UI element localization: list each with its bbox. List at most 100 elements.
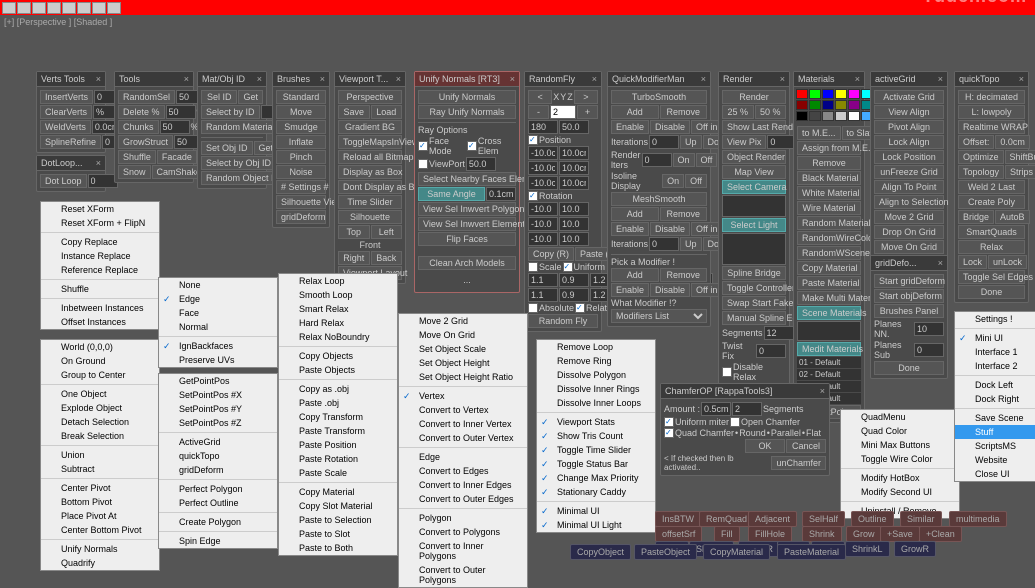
vt-3[interactable]: SplineRefine	[40, 135, 101, 149]
menu-item[interactable]: Center Pivot	[41, 481, 159, 495]
menu-item[interactable]: Stuff	[955, 425, 1035, 439]
gt-button[interactable]: >	[574, 90, 598, 104]
on2-button[interactable]: On	[662, 174, 684, 188]
seg-input[interactable]	[732, 402, 762, 416]
unchamfer-button[interactable]: unChamfer	[771, 456, 826, 470]
menu-item[interactable]: Modify Second UI	[841, 485, 959, 499]
tool-3[interactable]: GrowStruct	[118, 135, 173, 149]
enable-button[interactable]: Enable	[611, 120, 649, 134]
viewpix-button[interactable]: View Pix	[722, 135, 766, 149]
badge-InsBTW[interactable]: InsBTW	[655, 511, 701, 527]
pct-input[interactable]	[559, 120, 589, 134]
menu-item[interactable]: Copy as .obj	[279, 382, 397, 396]
enable3-button[interactable]: Enable	[611, 283, 649, 297]
menu-item[interactable]: quickTopo	[159, 449, 277, 463]
menu-item[interactable]: Interface 1	[955, 345, 1035, 359]
brush-3[interactable]: Inflate	[276, 135, 326, 149]
tool-4b[interactable]: Facade	[157, 150, 197, 164]
off2-button[interactable]: Off	[685, 174, 707, 188]
menu-item[interactable]: Set Object Scale	[399, 342, 527, 356]
remove-menu[interactable]: Remove LoopRemove RingDissolve PolygonDi…	[536, 339, 656, 533]
manual-button[interactable]: Manual Spline Edit	[722, 311, 786, 325]
menu-item[interactable]: Polygon	[399, 511, 527, 525]
menu-item[interactable]: Explode Object	[41, 401, 159, 415]
menu-item[interactable]: Detach Selection	[41, 415, 159, 429]
close-icon[interactable]: ×	[510, 74, 515, 84]
vt-0[interactable]: InsertVerts	[40, 90, 93, 104]
ray-unify-button[interactable]: Ray Unify Normals	[418, 105, 516, 119]
tool-5a[interactable]: Snow	[118, 165, 151, 179]
menu-item[interactable]: Quadrify	[41, 556, 159, 570]
mat-btn[interactable]: Black Material	[797, 171, 861, 185]
menu-item[interactable]: Interface 2	[955, 359, 1035, 373]
seg-input[interactable]	[764, 326, 794, 340]
scale-check[interactable]	[528, 262, 538, 272]
mo-0b[interactable]: Get	[238, 90, 263, 104]
up2-button[interactable]: Up	[680, 237, 702, 251]
menu-item[interactable]: Set Object Height	[399, 356, 527, 370]
menu-item[interactable]: Paste Rotation	[279, 452, 397, 466]
menu-item[interactable]: Move 2 Grid	[399, 314, 527, 328]
mat-btn[interactable]: Make Multi Material	[797, 291, 861, 305]
rel-check[interactable]	[575, 303, 585, 313]
menu-item[interactable]: Offset Instances	[41, 315, 159, 329]
rot-max[interactable]	[559, 202, 589, 216]
menu-item[interactable]: Paste .obj	[279, 396, 397, 410]
close-icon[interactable]: ×	[701, 74, 706, 84]
menu-item[interactable]: Viewport Stats	[537, 415, 655, 429]
quad-check[interactable]	[664, 428, 674, 438]
close-icon[interactable]: ×	[320, 74, 325, 84]
menu-item[interactable]: Convert to Inner Polygons	[399, 539, 527, 563]
close-icon[interactable]: ×	[184, 74, 189, 84]
planes1-input[interactable]	[914, 322, 944, 336]
menu-item[interactable]: Reset XForm	[41, 202, 159, 216]
badge-Fill[interactable]: Fill	[714, 526, 740, 542]
menu-item[interactable]: Paste Transform	[279, 424, 397, 438]
s8[interactable]	[559, 288, 589, 302]
plus-button[interactable]: +	[577, 105, 598, 119]
rot-check[interactable]	[528, 191, 538, 201]
menu-item[interactable]: Mini Max Buttons	[841, 438, 959, 452]
remove3-button[interactable]: Remove	[660, 268, 708, 282]
tool-icon[interactable]	[17, 2, 31, 14]
tool-0[interactable]: RandomSel	[118, 90, 175, 104]
tool-icon[interactable]	[62, 2, 76, 14]
tool-4a[interactable]: Shuffle	[118, 150, 156, 164]
mo-3[interactable]: Set Obj ID	[201, 141, 253, 155]
ag-btn[interactable]: Align To Point	[874, 180, 944, 194]
rot-max2[interactable]	[559, 217, 589, 231]
same-angle-button[interactable]: Same Angle	[418, 187, 485, 201]
ag-btn[interactable]: Align to Selection	[874, 195, 944, 209]
light-list[interactable]	[722, 233, 786, 265]
world-menu[interactable]: World (0,0,0)On GroundGroup to CenterOne…	[40, 339, 160, 571]
qt-btn[interactable]: L: lowpoly	[958, 105, 1025, 119]
ag-btn[interactable]: Lock Position	[874, 150, 944, 164]
brush-8[interactable]: gridDeform	[276, 210, 326, 224]
menu-item[interactable]: GetPointPos	[159, 374, 277, 388]
amount-input[interactable]	[701, 402, 731, 416]
clean-arch-button[interactable]: Clean Arch Models	[418, 256, 516, 270]
menu-item[interactable]: Edge	[399, 450, 527, 464]
qt-btn[interactable]: Done	[958, 285, 1025, 299]
minus-button[interactable]: -	[528, 105, 549, 119]
close-icon[interactable]: ×	[96, 158, 101, 168]
randomfly-button[interactable]: Random Fly	[528, 314, 598, 328]
menu-item[interactable]: Save Scene	[955, 411, 1035, 425]
menu-item[interactable]: Perfect Outline	[159, 496, 277, 510]
drelax-check[interactable]	[722, 367, 732, 377]
menu-item[interactable]: Move On Grid	[399, 328, 527, 342]
getpt-menu[interactable]: GetPointPosSetPointPos #XSetPointPos #YS…	[158, 373, 278, 549]
sellight-button[interactable]: Select Light	[722, 218, 786, 232]
menu-item[interactable]: Convert to Vertex	[399, 403, 527, 417]
brushespanel-button[interactable]: Brushes Panel	[874, 304, 944, 318]
add2-button[interactable]: Add	[611, 207, 659, 221]
mat-btn[interactable]: RandomWScene	[797, 246, 861, 260]
flat-label[interactable]: Flat	[806, 428, 821, 438]
tool-icon[interactable]	[77, 2, 91, 14]
menu-item[interactable]: Convert to Edges	[399, 464, 527, 478]
menu-item[interactable]: Face	[159, 306, 277, 320]
view-sel-elem-button[interactable]: View Sel Inwvert Elements	[418, 217, 516, 231]
badge-offsetSrf[interactable]: offsetSrf	[655, 526, 702, 542]
close-icon[interactable]: ×	[396, 74, 401, 84]
mat-btn[interactable]: Copy Material	[797, 261, 861, 275]
